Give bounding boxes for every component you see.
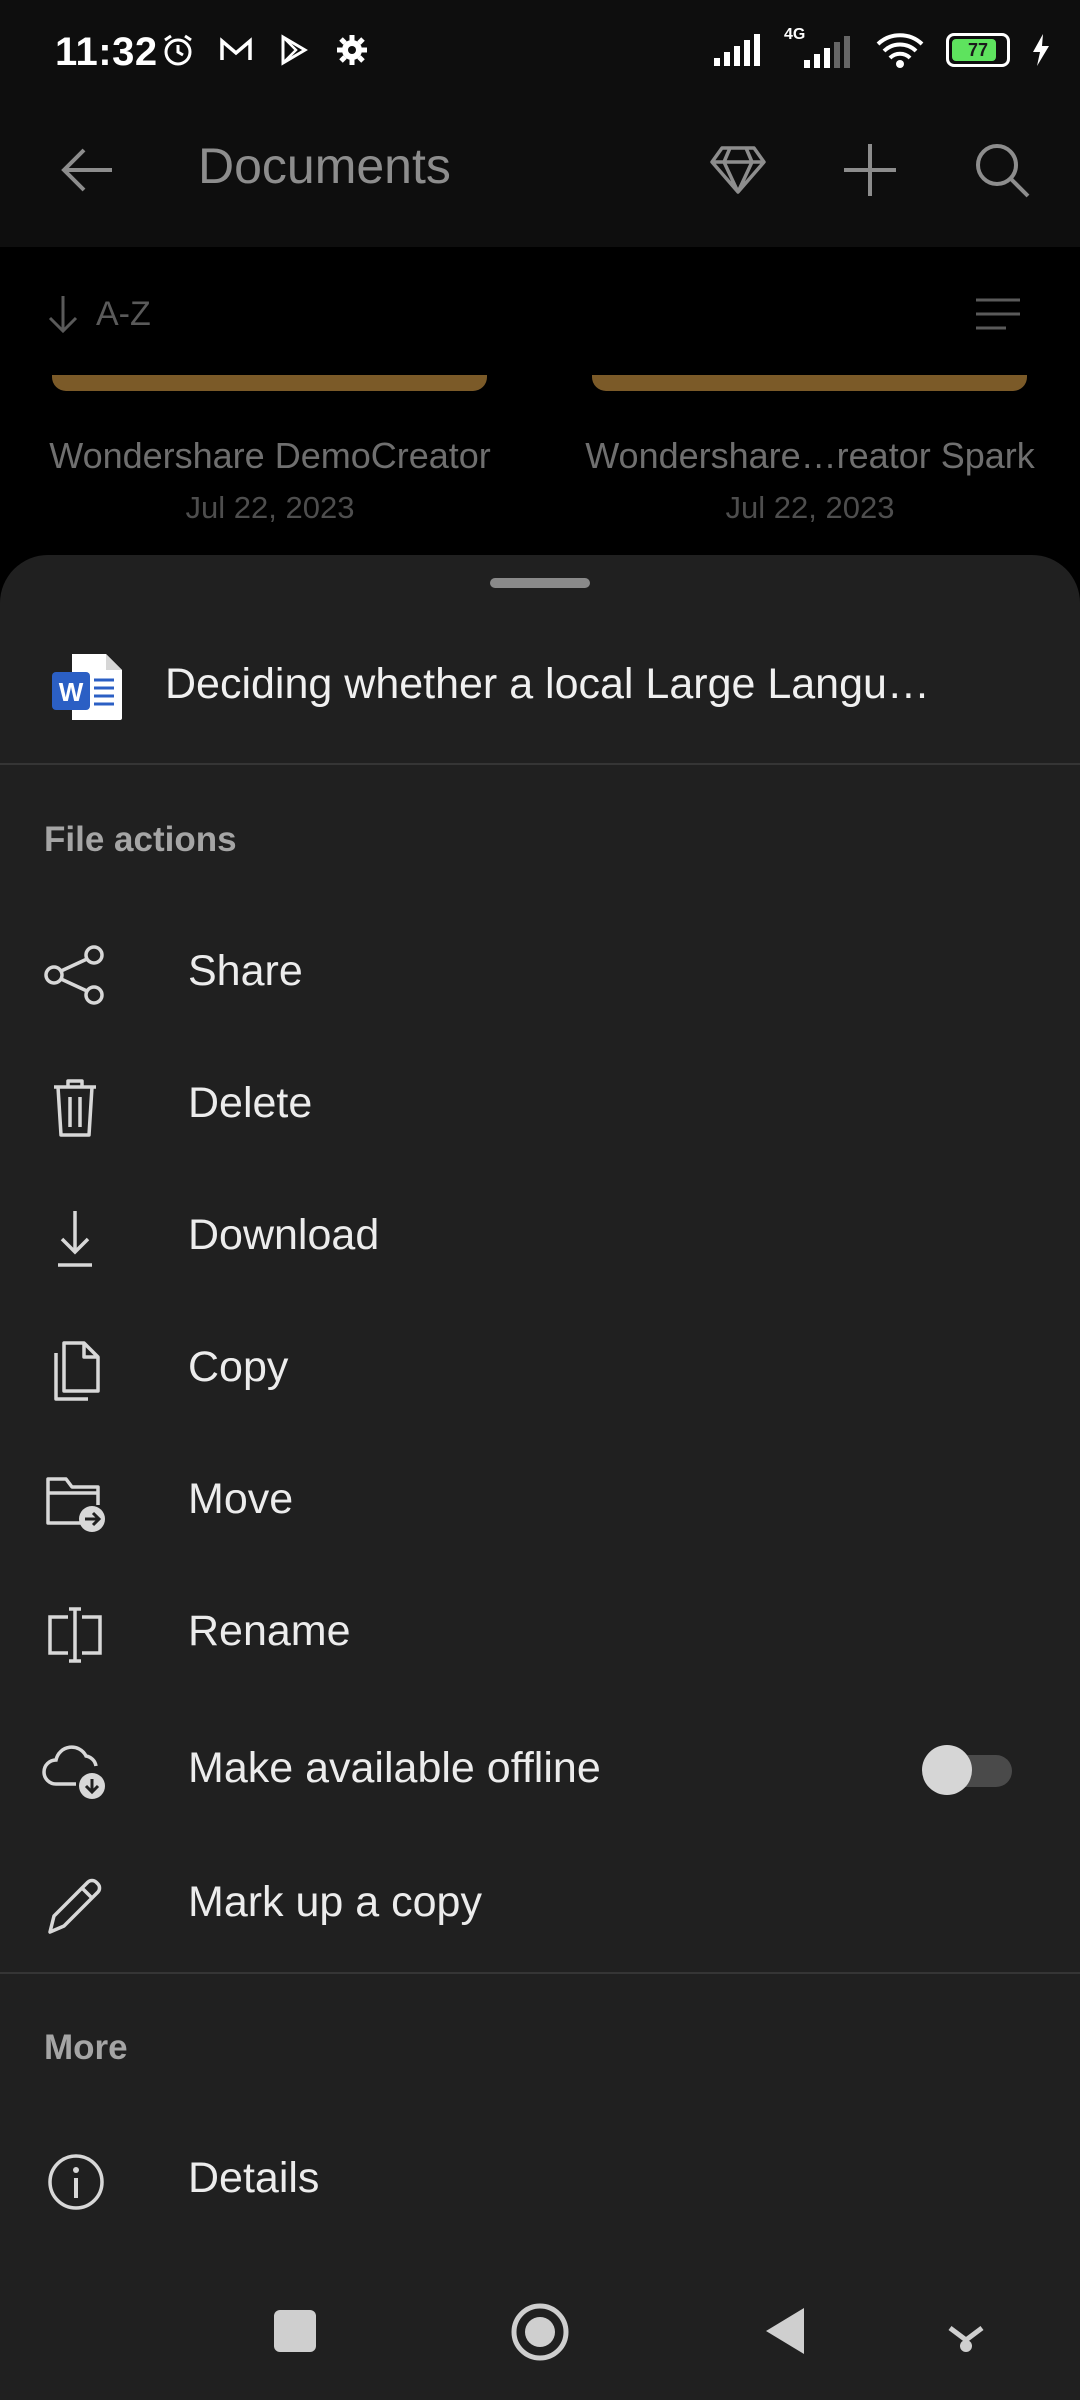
- status-notification-icons: [160, 32, 370, 68]
- search-icon[interactable]: [972, 140, 1032, 200]
- document-thumbnail[interactable]: [592, 375, 1027, 391]
- rename-label: Rename: [188, 1607, 351, 1656]
- copy-label: Copy: [188, 1343, 288, 1392]
- sort-arrow-down-icon[interactable]: [46, 294, 80, 334]
- pencil-icon: [40, 1874, 110, 1938]
- move-action[interactable]: Move: [0, 1437, 1080, 1569]
- info-icon: [40, 2150, 110, 2214]
- share-label: Share: [188, 947, 303, 996]
- document-date: Jul 22, 2023: [550, 490, 1070, 526]
- mark-up-copy-label: Mark up a copy: [188, 1878, 482, 1927]
- document-name[interactable]: Wondershare…reator Spark: [550, 435, 1070, 477]
- details-action[interactable]: Details: [0, 2116, 1080, 2248]
- rename-action[interactable]: Rename: [0, 1569, 1080, 1701]
- download-icon: [40, 1207, 110, 1271]
- app-bar: [0, 115, 1080, 247]
- details-label: Details: [188, 2154, 319, 2203]
- status-system-icons: 4G 77: [712, 30, 1052, 70]
- share-action[interactable]: Share: [0, 909, 1080, 1041]
- delete-action[interactable]: Delete: [0, 1041, 1080, 1173]
- copy-icon: [40, 1339, 110, 1403]
- svg-text:W: W: [59, 677, 84, 707]
- move-folder-icon: [40, 1471, 110, 1535]
- toggle-knob: [922, 1745, 972, 1795]
- sheet-file-title: Deciding whether a local Large Langu…: [165, 660, 930, 709]
- settings-gear-icon: [334, 32, 370, 68]
- sheet-drag-handle[interactable]: [490, 578, 590, 588]
- gmail-icon: [218, 32, 254, 68]
- document-thumbnail[interactable]: [52, 375, 487, 391]
- download-action[interactable]: Download: [0, 1173, 1080, 1305]
- copy-action[interactable]: Copy: [0, 1305, 1080, 1437]
- charging-bolt-icon: [1030, 32, 1052, 68]
- rename-icon: [40, 1603, 110, 1667]
- share-icon: [40, 943, 110, 1007]
- trash-icon: [40, 1075, 110, 1139]
- back-arrow-icon[interactable]: [58, 142, 118, 198]
- offline-toggle[interactable]: [922, 1747, 1012, 1789]
- sort-bar: [0, 247, 1080, 375]
- page-title: Documents: [198, 137, 451, 195]
- play-store-icon: [276, 32, 312, 68]
- make-available-offline-label: Make available offline: [188, 1744, 601, 1793]
- alarm-icon: [160, 32, 196, 68]
- divider: [0, 1972, 1080, 1974]
- mark-up-copy-action[interactable]: Mark up a copy: [0, 1840, 1080, 1972]
- recents-square-icon[interactable]: [272, 2308, 318, 2354]
- make-available-offline-action[interactable]: Make available offline: [0, 1706, 1080, 1838]
- word-document-icon: W: [50, 650, 126, 724]
- status-time: 11:32: [55, 30, 158, 75]
- wifi-icon: [874, 30, 926, 70]
- more-heading: More: [44, 2028, 128, 2068]
- hide-nav-chevron-icon[interactable]: [946, 2310, 986, 2354]
- add-icon[interactable]: [840, 140, 900, 200]
- file-actions-heading: File actions: [44, 820, 237, 860]
- battery-icon: 77: [946, 33, 1010, 67]
- download-label: Download: [188, 1211, 379, 1260]
- divider: [0, 763, 1080, 765]
- home-circle-icon[interactable]: [510, 2302, 570, 2362]
- delete-label: Delete: [188, 1079, 312, 1128]
- document-date: Jul 22, 2023: [10, 490, 530, 526]
- back-triangle-icon[interactable]: [762, 2304, 808, 2358]
- document-name[interactable]: Wondershare DemoCreator: [10, 435, 530, 477]
- signal-icon: [712, 32, 764, 68]
- premium-diamond-icon[interactable]: [708, 142, 768, 198]
- sort-order-label[interactable]: A-Z: [96, 295, 151, 334]
- cloud-download-icon: [40, 1740, 110, 1804]
- move-label: Move: [188, 1475, 293, 1524]
- signal-4g-icon: 4G: [784, 30, 854, 70]
- list-view-icon[interactable]: [974, 296, 1022, 332]
